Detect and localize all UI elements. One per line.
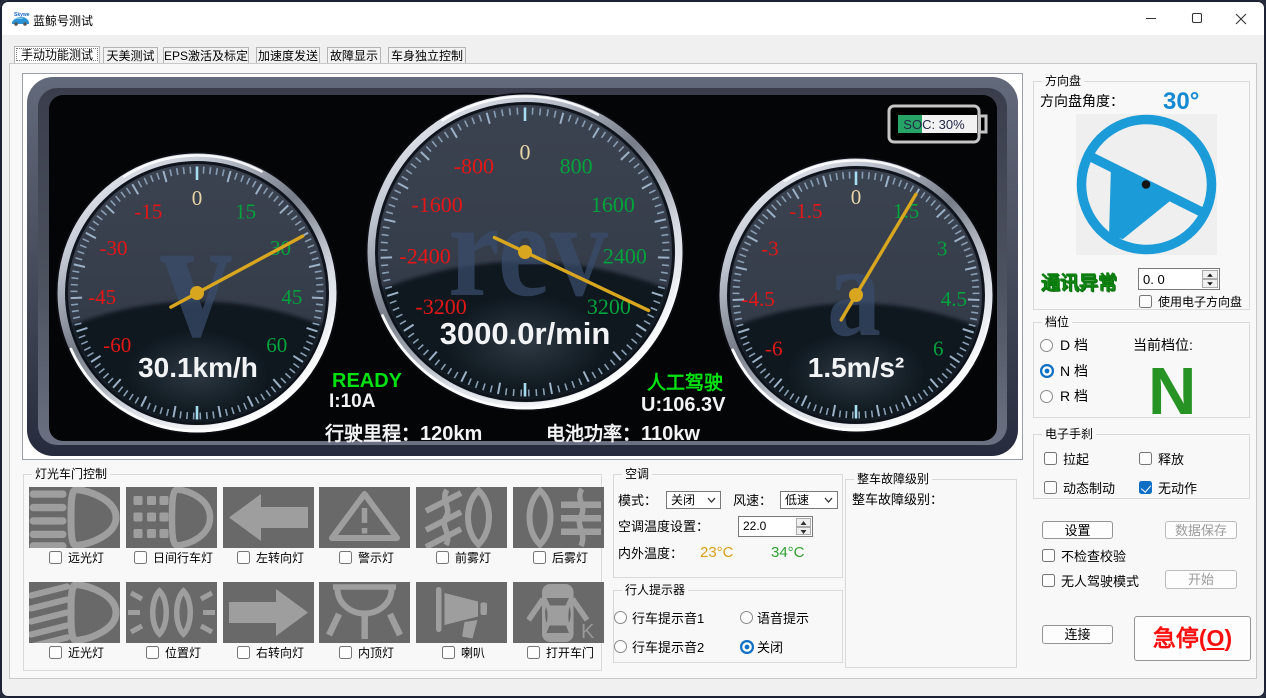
svg-text:0: 0	[851, 185, 862, 209]
svg-text:READY: READY	[332, 370, 403, 392]
svg-text:-60: -60	[103, 333, 131, 357]
svg-text:45: 45	[281, 285, 302, 309]
svg-text:人工驾驶: 人工驾驶	[647, 371, 723, 394]
svg-text:-6: -6	[765, 337, 783, 361]
svg-text:4.5: 4.5	[941, 287, 967, 311]
svg-text:-4.5: -4.5	[741, 287, 774, 311]
svg-text:-800: -800	[454, 154, 494, 179]
svg-text:30.1km/h: 30.1km/h	[138, 352, 258, 383]
svg-text:-45: -45	[88, 285, 116, 309]
svg-text:60: 60	[266, 333, 287, 357]
svg-text:I:10A: I:10A	[329, 391, 376, 412]
svg-text:-1.5: -1.5	[789, 199, 822, 223]
svg-text:-2400: -2400	[399, 243, 450, 268]
svg-text:-15: -15	[134, 200, 162, 224]
svg-text:6: 6	[933, 337, 944, 361]
svg-text:3000.0r/min: 3000.0r/min	[440, 316, 611, 351]
svg-text:电池功率：110kw: 电池功率：110kw	[546, 422, 700, 445]
svg-text:U:106.3V: U:106.3V	[641, 394, 726, 416]
svg-text:1600: 1600	[591, 192, 635, 217]
svg-text:15: 15	[235, 200, 256, 224]
svg-text:1.5m/s²: 1.5m/s²	[808, 352, 905, 383]
svg-text:2400: 2400	[603, 243, 647, 268]
svg-text:0: 0	[520, 140, 531, 165]
svg-text:SOC: 30%: SOC: 30%	[903, 117, 965, 132]
svg-text:-3: -3	[761, 236, 779, 260]
svg-text:-30: -30	[100, 236, 128, 260]
svg-text:0: 0	[192, 186, 203, 210]
svg-text:-1600: -1600	[411, 192, 462, 217]
svg-text:800: 800	[560, 154, 593, 179]
svg-text:K: K	[581, 621, 595, 643]
svg-text:行驶里程：120km: 行驶里程：120km	[324, 422, 482, 445]
svg-text:3: 3	[937, 236, 948, 260]
